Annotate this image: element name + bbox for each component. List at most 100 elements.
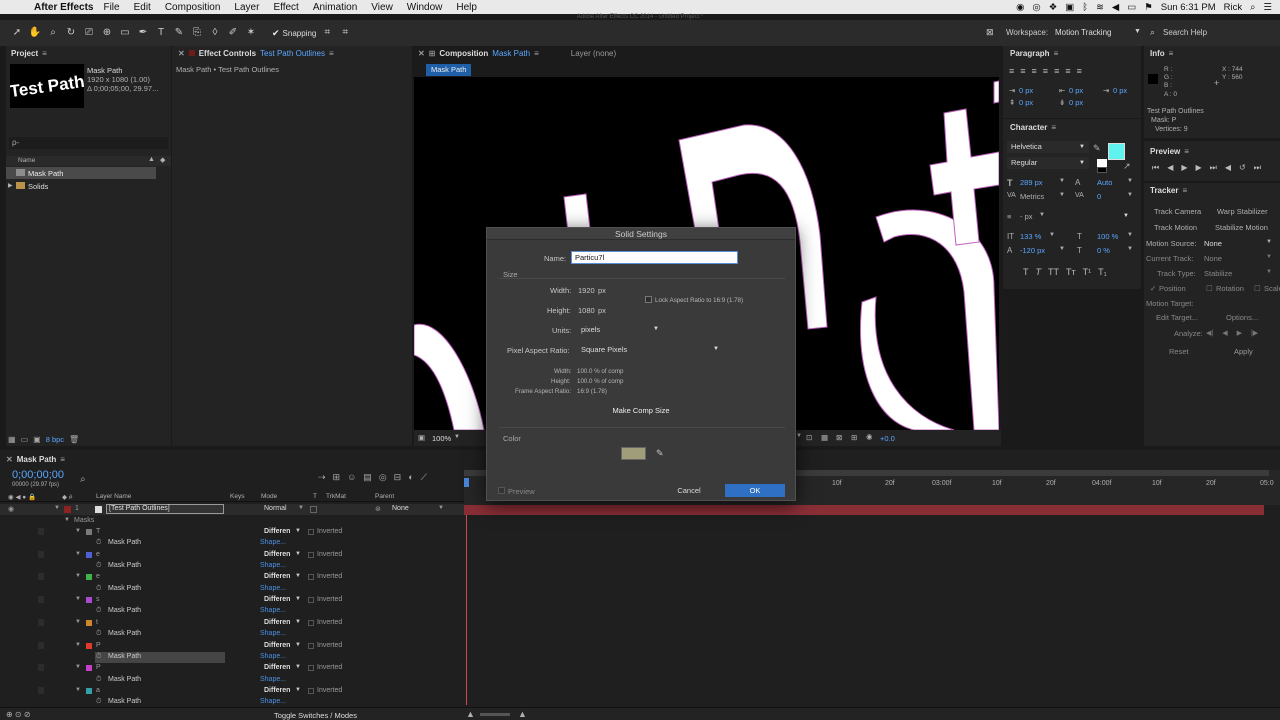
table-row[interactable]: ▼ s Differen ▼ Inverted <box>0 595 464 606</box>
chevron-down-icon[interactable]: ▼ <box>1123 210 1129 222</box>
font-family-dropdown[interactable]: Helvetica ▼ <box>1007 141 1089 153</box>
chevron-down-icon[interactable]: ▼ <box>75 596 81 602</box>
transparency-grid-icon[interactable]: ▦ <box>821 433 828 442</box>
table-row[interactable]: ⏱ Mask Path Shape... <box>0 606 464 617</box>
mask-mode-dropdown[interactable]: Differen <box>264 528 290 535</box>
project-search-input[interactable]: ρ- <box>9 137 168 149</box>
bpc-button[interactable]: 8 bpc <box>46 435 64 444</box>
table-row[interactable]: ⏱ Mask Path Shape... <box>0 675 464 686</box>
cancel-button[interactable]: Cancel <box>659 484 719 497</box>
audio-icon[interactable]: ◀ <box>1225 163 1231 173</box>
selection-tool-icon[interactable]: ➚ <box>10 26 24 40</box>
panel-menu-icon[interactable]: ≡ <box>329 49 334 58</box>
inverted-checkbox[interactable] <box>308 551 314 558</box>
menu-file[interactable]: File <box>103 2 119 13</box>
tab-project[interactable]: Project <box>11 49 38 58</box>
interpret-footage-icon[interactable]: ▦ <box>8 435 16 444</box>
next-frame-icon[interactable]: ▶ <box>1196 163 1202 173</box>
bluetooth-icon[interactable]: ᛒ <box>1082 2 1088 13</box>
workspace-icon[interactable]: ⊠ <box>986 27 994 38</box>
font-style-dropdown[interactable]: Regular ▼ <box>1007 157 1089 169</box>
column-keys[interactable]: Keys <box>230 493 244 500</box>
faux-bold-icon[interactable]: T <box>1023 267 1029 277</box>
fill-color-swatch[interactable] <box>1108 143 1125 160</box>
menu-clock[interactable]: Sun 6:31 PM <box>1161 2 1216 13</box>
search-icon[interactable]: ⌕ <box>1150 27 1155 38</box>
shape-link[interactable]: Shape... <box>260 585 286 592</box>
previous-frame-icon[interactable]: ◀ <box>1167 163 1173 173</box>
rotation-checkbox[interactable]: ☐ <box>1206 284 1213 293</box>
lock-icon[interactable] <box>38 596 44 604</box>
motion-blur-icon[interactable]: ◎ <box>379 472 387 483</box>
chevron-down-icon[interactable]: ▼ <box>75 573 81 579</box>
frame-blending-icon[interactable]: ▤ <box>363 472 372 483</box>
tab-info[interactable]: Info <box>1150 49 1165 58</box>
chevron-down-icon[interactable]: ▼ <box>295 642 301 648</box>
mask-color[interactable] <box>86 619 92 626</box>
menu-edit[interactable]: Edit <box>134 2 151 13</box>
menu-app-name[interactable]: After Effects <box>34 2 93 13</box>
graph-icon[interactable]: ⟋ <box>421 472 427 483</box>
mask-name[interactable]: t <box>96 619 98 626</box>
lock-icon[interactable] <box>38 528 44 535</box>
column-t[interactable]: T <box>313 493 317 500</box>
play-icon[interactable]: ▶ <box>1181 163 1187 173</box>
solid-name-input[interactable]: Particu7l <box>571 251 738 264</box>
tab-timeline[interactable]: Mask Path <box>17 455 57 464</box>
shape-link[interactable]: Shape... <box>260 607 286 614</box>
stopwatch-icon[interactable]: ⏱ <box>96 585 101 593</box>
chevron-down-icon[interactable]: ▼ <box>1079 141 1085 153</box>
wifi-icon[interactable]: ≋ <box>1096 2 1104 13</box>
exposure-value[interactable]: +0.0 <box>880 434 895 443</box>
small-caps-icon[interactable]: Tт <box>1066 267 1076 277</box>
panel-menu-icon[interactable]: ≡ <box>1184 147 1189 156</box>
mask-mode-dropdown[interactable]: Differen <box>264 573 290 580</box>
chevron-down-icon[interactable]: ▼ <box>653 323 659 336</box>
close-icon[interactable]: ✕ <box>418 49 425 58</box>
lock-icon[interactable] <box>38 573 44 581</box>
chevron-down-icon[interactable]: ▼ <box>1266 239 1272 245</box>
stopwatch-icon[interactable]: ⏱ <box>96 676 101 684</box>
lock-icon[interactable] <box>38 550 44 558</box>
space-before-value[interactable]: 0 px <box>1019 98 1033 107</box>
height-value[interactable]: 1080 <box>578 306 595 315</box>
analyze-forward-icon[interactable]: ▶ <box>1237 329 1242 337</box>
all-caps-icon[interactable]: TT <box>1048 267 1059 277</box>
pan-behind-tool-icon[interactable]: ⊕ <box>100 26 114 40</box>
search-icon[interactable]: ⌕ <box>1250 2 1255 13</box>
align-left-icon[interactable]: ≡ <box>1009 66 1014 76</box>
chevron-down-icon[interactable]: ▼ <box>295 551 301 557</box>
menu-user[interactable]: Rick <box>1224 2 1242 13</box>
table-row[interactable]: ▼ a Differen ▼ Inverted <box>0 686 464 697</box>
lock-aspect-ratio-checkbox[interactable] <box>645 296 652 303</box>
type-tool-icon[interactable]: T <box>154 26 168 40</box>
solid-color-swatch[interactable] <box>621 447 646 460</box>
swap-colors-icon[interactable]: ↗ <box>1123 161 1131 172</box>
inverted-checkbox[interactable] <box>308 597 314 604</box>
preview-checkbox[interactable] <box>498 487 505 494</box>
inverted-checkbox[interactable] <box>308 619 314 626</box>
mask-color[interactable] <box>86 551 92 558</box>
column-layer-name[interactable]: Layer Name <box>96 493 131 500</box>
loop-icon[interactable]: ↺ <box>1239 163 1246 173</box>
mask-name[interactable]: a <box>96 687 100 694</box>
layer-mode-dropdown[interactable]: Normal <box>264 505 287 512</box>
menu-effect[interactable]: Effect <box>273 2 298 13</box>
horizontal-scale-value[interactable]: 100 % <box>1097 232 1118 241</box>
panel-menu-icon[interactable]: ≡ <box>1182 186 1187 195</box>
workspace-dropdown[interactable]: Motion Tracking <box>1055 28 1111 37</box>
table-row[interactable]: ▼ e Differen ▼ Inverted <box>0 550 464 561</box>
trash-icon[interactable]: 🗑 <box>69 435 79 444</box>
analyze-forward-one-icon[interactable]: |▶ <box>1251 329 1258 337</box>
chevron-down-icon[interactable]: ▼ <box>75 687 81 693</box>
column-mode[interactable]: Mode <box>261 493 277 500</box>
scale-checkbox[interactable]: ☐ <box>1254 284 1261 293</box>
leading-value[interactable]: Auto <box>1097 178 1112 187</box>
tab-preview[interactable]: Preview <box>1150 147 1180 156</box>
masks-group-row[interactable]: ▼ Masks <box>0 516 464 527</box>
roto-brush-tool-icon[interactable]: ✐ <box>226 26 240 40</box>
chevron-down-icon[interactable]: ▼ <box>796 433 802 439</box>
motion-source-dropdown[interactable]: None <box>1204 239 1222 248</box>
dropbox-icon[interactable]: ❖ <box>1049 2 1058 13</box>
close-icon[interactable]: ✕ <box>6 455 13 464</box>
